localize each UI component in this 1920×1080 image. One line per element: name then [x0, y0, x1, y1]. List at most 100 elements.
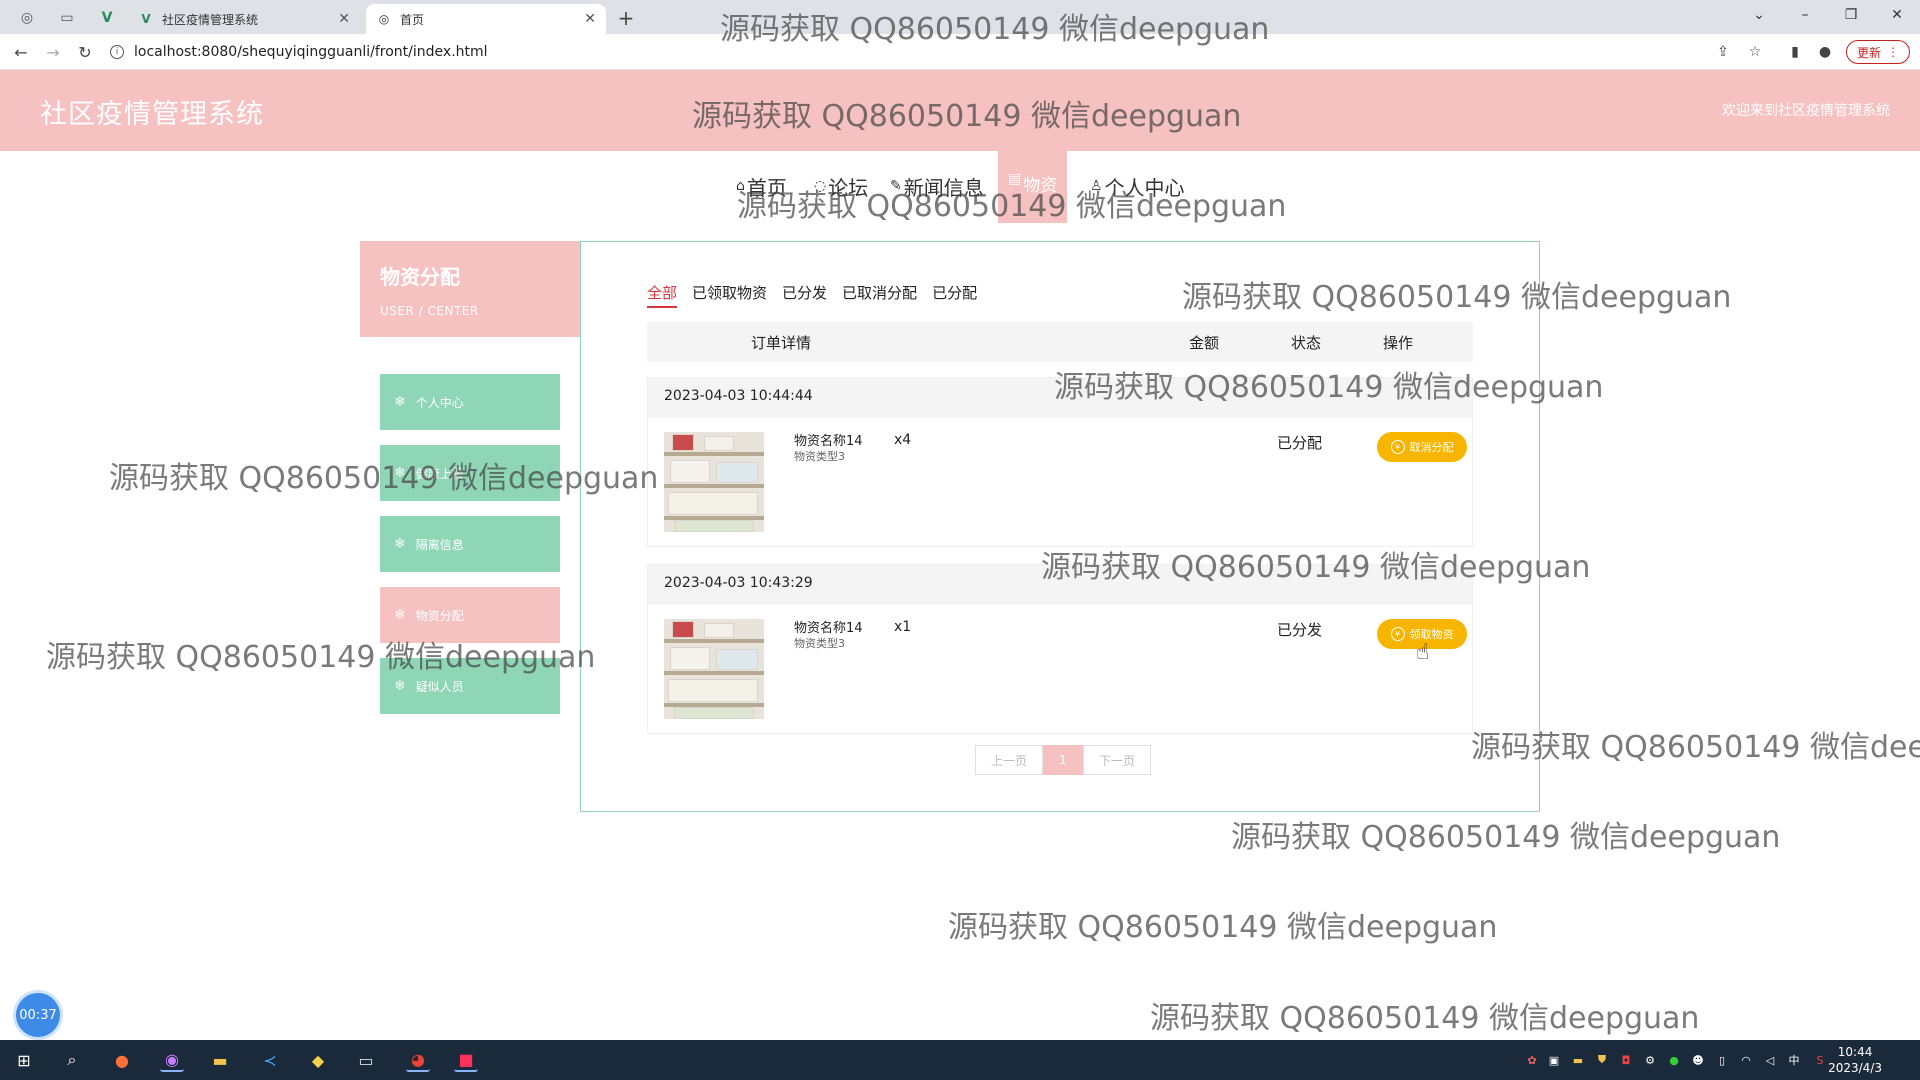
sidebar-item-quarantine[interactable]: ❄ 隔离信息 [380, 516, 560, 572]
yen-icon: ¥ [1390, 440, 1405, 454]
navicat-icon[interactable]: ◆ [306, 1048, 330, 1072]
new-tab-button[interactable]: + [614, 6, 638, 30]
volume-icon[interactable]: ◁ [1762, 1052, 1778, 1068]
update-button[interactable]: 更新 ⋮ [1846, 40, 1910, 64]
nav-label: 个人中心 [1104, 175, 1185, 200]
recording-timer[interactable]: 00:37 [16, 993, 60, 1037]
filter-tab-received[interactable]: 已领取物资 [692, 282, 767, 308]
snowflake-icon: ❄ [394, 465, 406, 481]
watermark: 源码获取 QQ86050149 微信deepguan [1150, 1001, 1700, 1036]
app-icon[interactable]: ◉ [160, 1048, 184, 1072]
table-header: 订单详情 金额 状态 操作 [647, 322, 1473, 362]
nav-label: 首页 [746, 175, 787, 200]
close-icon[interactable]: ✕ [338, 11, 350, 27]
vue-logo-icon: V [141, 12, 151, 26]
sidepanel-icon[interactable]: ▮ [1785, 42, 1805, 62]
next-page-button[interactable]: 下一页 [1083, 745, 1151, 775]
prev-page-button[interactable]: 上一页 [975, 745, 1043, 775]
terminal-icon[interactable]: ▭ [354, 1048, 378, 1072]
sidebar-title: 物资分配 [380, 265, 460, 289]
qq-icon[interactable]: ☻ [1690, 1052, 1706, 1068]
page-number-button[interactable]: 1 [1043, 745, 1083, 775]
filter-tab-distributed[interactable]: 已分发 [782, 282, 827, 308]
firefox-icon[interactable]: ● [110, 1048, 134, 1072]
tag-icon: ✎ [890, 178, 902, 194]
tab-title: 首页 [400, 12, 425, 27]
tray-app-icon[interactable]: ✿ [1524, 1052, 1540, 1068]
info-icon[interactable]: i [110, 45, 124, 59]
nav-personal-center[interactable]: ♙ 个人中心 [1090, 171, 1185, 201]
nav-label: 物资 [1023, 176, 1058, 196]
snowflake-icon: ❄ [394, 536, 406, 552]
usb-icon[interactable]: ▯ [1714, 1052, 1730, 1068]
tab-community[interactable]: V 社区疫情管理系统 ✕ [128, 4, 360, 34]
pagination: 上一页 1 下一页 [975, 745, 1151, 775]
filter-tab-cancelled[interactable]: 已取消分配 [842, 282, 917, 308]
tray-app-icon[interactable]: ◘ [1618, 1052, 1634, 1068]
back-button[interactable]: ← [8, 40, 34, 64]
wechat-icon[interactable]: ● [1666, 1052, 1682, 1068]
restore-button[interactable]: ❐ [1828, 0, 1874, 30]
vscode-icon[interactable]: ≺ [258, 1048, 282, 1072]
url-text: localhost:8080/shequyiqingguanli/front/i… [134, 44, 488, 60]
wifi-icon[interactable]: ◠ [1738, 1052, 1754, 1068]
sidebar-item-label: 健康上报 [415, 466, 464, 481]
forward-button[interactable]: → [40, 40, 66, 64]
star-icon[interactable]: ☆ [1745, 42, 1765, 62]
cancel-allocation-button[interactable]: ¥ 取消分配 [1377, 432, 1467, 462]
snowflake-icon: ❄ [394, 607, 406, 623]
tab-home[interactable]: ◎ 首页 ✕ [366, 4, 606, 34]
nav-home[interactable]: ⌂ 首页 [736, 171, 787, 201]
sidebar-item-supply-allocation[interactable]: ❄ 物资分配 [380, 587, 560, 643]
product-image [664, 619, 764, 719]
filter-tab-all[interactable]: 全部 [647, 282, 678, 308]
share-icon[interactable]: ⇪ [1713, 42, 1733, 62]
more-icon: ⋮ [1887, 45, 1899, 59]
sidebar-item-personal-center[interactable]: ❄ 个人中心 [380, 374, 560, 430]
product-image [664, 432, 764, 532]
order-card: 2023-04-03 10:43:29 物资名称14 物资类型3 x1 已分发 … [647, 564, 1473, 734]
tray-app-icon[interactable]: S [1812, 1052, 1828, 1068]
reload-button[interactable]: ↻ [72, 40, 98, 64]
nav-supplies[interactable]: ▤ 物资 [998, 151, 1068, 223]
shield-icon[interactable]: ⛊ [1594, 1052, 1610, 1068]
product-name: 物资名称14 [794, 621, 863, 636]
update-label: 更新 [1856, 45, 1881, 60]
intellij-icon[interactable]: ■ [454, 1048, 478, 1072]
home-icon: ⌂ [736, 178, 745, 194]
header-amount: 金额 [1189, 334, 1220, 352]
nav-label: 新闻信息 [903, 175, 984, 200]
nav-news[interactable]: ✎ 新闻信息 [890, 171, 984, 201]
nav-forum[interactable]: ◌ 论坛 [814, 171, 868, 201]
page-icon[interactable]: ▭ [50, 4, 84, 32]
snowflake-icon: ❄ [394, 678, 406, 694]
close-window-button[interactable]: ✕ [1874, 0, 1920, 30]
tab-title: 社区疫情管理系统 [162, 12, 259, 27]
chevron-down-icon[interactable]: ⌄ [1736, 0, 1782, 30]
sidebar-item-health-report[interactable]: ❄ 健康上报 [380, 445, 560, 501]
tray-app-icon[interactable]: ▣ [1546, 1052, 1562, 1068]
product-type: 物资类型3 [794, 637, 845, 650]
order-card: 2023-04-03 10:44:44 物资名称14 物资类型3 x4 已分配 … [647, 377, 1473, 547]
profile-icon[interactable]: ● [1815, 42, 1835, 62]
chrome-icon[interactable]: ◕ [406, 1048, 430, 1072]
vue-logo-icon[interactable]: V [90, 4, 124, 32]
order-body: 物资名称14 物资类型3 x4 已分配 ¥ 取消分配 [648, 418, 1472, 548]
taskbar-clock[interactable]: 10:44 2023/4/3 [1828, 1044, 1882, 1076]
filter-tab-allocated[interactable]: 已分配 [932, 282, 977, 308]
tray-app-icon[interactable]: ⚙ [1642, 1052, 1658, 1068]
header-detail: 订单详情 [751, 334, 812, 352]
product-name: 物资名称14 [794, 434, 863, 449]
close-icon[interactable]: ✕ [584, 11, 596, 27]
search-icon[interactable]: ⌕ [60, 1048, 84, 1072]
sidebar-subtitle: USER / CENTER [380, 304, 479, 318]
sidebar-item-label: 隔离信息 [415, 537, 464, 552]
minimize-button[interactable]: – [1782, 0, 1828, 30]
url-input[interactable]: i localhost:8080/shequyiqingguanli/front… [110, 39, 1710, 65]
file-explorer-icon[interactable]: ▬ [208, 1048, 232, 1072]
tray-folder-icon[interactable]: ▬ [1570, 1052, 1586, 1068]
globe-icon[interactable]: ◎ [10, 4, 44, 32]
sidebar-item-suspected[interactable]: ❄ 疑似人员 [380, 658, 560, 714]
windows-start-icon[interactable]: ⊞ [12, 1048, 36, 1072]
ime-indicator[interactable]: 中 [1786, 1052, 1802, 1068]
